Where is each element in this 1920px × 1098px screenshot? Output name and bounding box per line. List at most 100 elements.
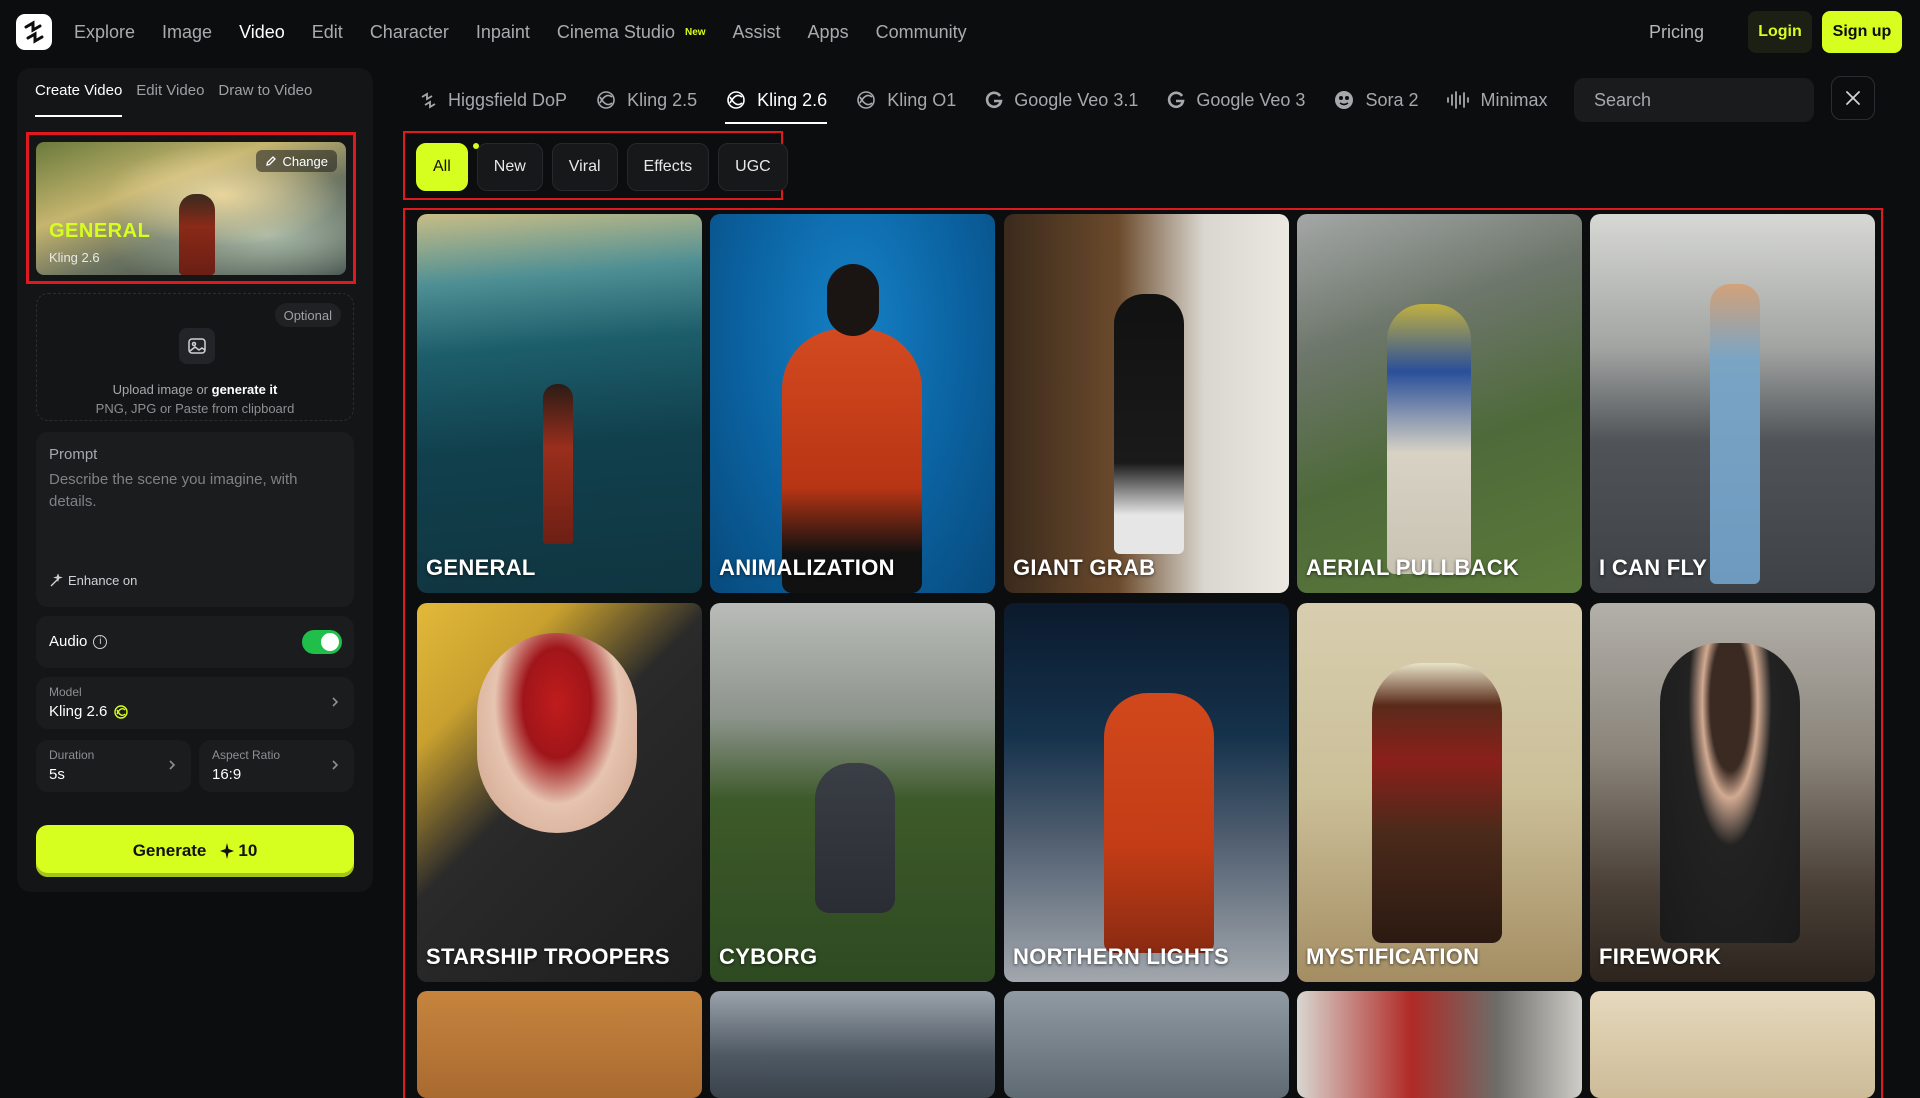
tab-label: Higgsfield DoP xyxy=(448,89,568,110)
tab-draw-to-video[interactable]: Draw to Video xyxy=(218,82,312,117)
tab-create-video[interactable]: Create Video xyxy=(35,82,123,117)
card-figure-head xyxy=(827,264,879,336)
nav-edit[interactable]: Edit xyxy=(312,22,343,43)
tab-label: Minimax xyxy=(1480,89,1548,110)
login-button[interactable]: Login xyxy=(1748,11,1812,53)
nav-explore[interactable]: Explore xyxy=(74,22,135,43)
nav-community[interactable]: Community xyxy=(876,22,967,43)
preset-card-starship-troopers[interactable]: STARSHIP TROOPERS xyxy=(417,603,702,982)
preset-card[interactable] xyxy=(1590,991,1875,1098)
preset-card[interactable] xyxy=(1004,991,1289,1098)
new-badge: New xyxy=(684,26,706,38)
filter-chips: All New Viral Effects UGC xyxy=(416,143,797,191)
tab-google-veo-3-1[interactable]: Google Veo 3.1 xyxy=(984,68,1138,132)
tab-kling-2-6[interactable]: Kling 2.6 xyxy=(725,68,828,132)
tab-google-veo-3[interactable]: Google Veo 3 xyxy=(1166,68,1305,132)
model-selector[interactable]: Model Kling 2.6 xyxy=(36,677,354,729)
audio-label: Audio xyxy=(49,633,88,650)
card-figure xyxy=(543,384,573,544)
preset-card-animalization[interactable]: ANIMALIZATION xyxy=(710,214,995,593)
sparkle-icon xyxy=(220,843,235,859)
generate-label: Generate xyxy=(132,841,207,860)
preset-card-giant-grab[interactable]: GIANT GRAB xyxy=(1004,214,1289,593)
magic-wand-icon xyxy=(50,573,63,586)
duration-value: 5s xyxy=(49,766,65,783)
chip-ugc[interactable]: UGC xyxy=(718,143,788,191)
audio-label-group: Audio i xyxy=(49,633,108,650)
nav-cinema-studio[interactable]: Cinema Studio New xyxy=(557,22,706,43)
tab-higgsfield-dop[interactable]: Higgsfield DoP xyxy=(420,68,567,132)
subtabs: Create Video Edit Video Draw to Video xyxy=(35,82,326,117)
tab-label: Kling O1 xyxy=(887,89,957,110)
info-icon[interactable]: i xyxy=(93,634,108,649)
higgsfield-logo-icon[interactable] xyxy=(16,14,52,50)
preset-card[interactable] xyxy=(1297,991,1582,1098)
audio-toggle[interactable] xyxy=(302,630,342,654)
prompt-field[interactable]: Prompt Describe the scene you imagine, w… xyxy=(36,432,354,607)
generate-button[interactable]: Generate 10 xyxy=(36,825,354,877)
tab-label: Google Veo 3.1 xyxy=(1014,89,1139,110)
kling-icon xyxy=(727,91,745,109)
chip-all[interactable]: All xyxy=(416,143,468,191)
upload-prefix: Upload image or xyxy=(112,382,212,397)
tab-sora-2[interactable]: Sora 2 xyxy=(1333,68,1418,132)
preset-card-aerial-pullback[interactable]: AERIAL PULLBACK xyxy=(1297,214,1582,593)
chevron-right-icon xyxy=(169,760,176,770)
chevron-right-icon xyxy=(332,697,339,707)
duration-selector[interactable]: Duration 5s xyxy=(36,740,191,792)
model-value-group: Kling 2.6 xyxy=(49,703,129,720)
close-button[interactable] xyxy=(1831,76,1875,120)
upload-formats: PNG, JPG or Paste from clipboard xyxy=(95,401,295,416)
card-label: MYSTIFICATION xyxy=(1306,944,1480,969)
tab-kling-o1[interactable]: Kling O1 xyxy=(855,68,956,132)
preset-card-cyborg[interactable]: CYBORG xyxy=(710,603,995,982)
tab-label: Kling 2.6 xyxy=(757,89,828,110)
nav-character[interactable]: Character xyxy=(370,22,449,43)
sora-icon xyxy=(1335,91,1354,109)
card-label: ANIMALIZATION xyxy=(719,555,895,580)
change-preset-button[interactable]: Change xyxy=(256,150,337,172)
pencil-icon xyxy=(266,156,277,166)
optional-badge: Optional xyxy=(274,303,341,327)
preset-card-mystification[interactable]: MYSTIFICATION xyxy=(1297,603,1582,982)
generate-it-link[interactable]: generate it xyxy=(212,382,278,397)
nav-pricing[interactable]: Pricing xyxy=(1649,22,1704,43)
upload-instructions: Upload image or generate it xyxy=(37,382,353,397)
chip-viral[interactable]: Viral xyxy=(551,143,618,191)
search-input[interactable] xyxy=(1574,78,1814,122)
chip-new[interactable]: New xyxy=(476,143,543,191)
kling-icon xyxy=(114,704,129,719)
preset-card[interactable] xyxy=(417,991,702,1098)
card-label: NORTHERN LIGHTS xyxy=(1013,944,1229,969)
preset-card-northern-lights[interactable]: NORTHERN LIGHTS xyxy=(1004,603,1289,982)
minimax-wave-icon xyxy=(1447,91,1470,109)
model-value: Kling 2.6 xyxy=(49,703,108,720)
preset-card-i-can-fly[interactable]: I CAN FLY xyxy=(1590,214,1875,593)
kling-icon xyxy=(597,91,615,109)
preset-model: Kling 2.6 xyxy=(49,250,100,265)
nav-image[interactable]: Image xyxy=(162,22,212,43)
chip-effects[interactable]: Effects xyxy=(626,143,710,191)
audio-row: Audio i xyxy=(36,616,354,668)
card-figure xyxy=(1372,663,1502,943)
card-label: CYBORG xyxy=(719,944,818,969)
nav-assist[interactable]: Assist xyxy=(733,22,781,43)
image-upload-dropzone[interactable]: Optional Upload image or generate it PNG… xyxy=(36,293,354,421)
create-video-panel: Create Video Edit Video Draw to Video Ch… xyxy=(17,68,373,892)
aspect-ratio-selector[interactable]: Aspect Ratio 16:9 xyxy=(199,740,354,792)
preset-card-firework[interactable]: FIREWORK xyxy=(1590,603,1875,982)
tab-edit-video[interactable]: Edit Video xyxy=(136,82,204,117)
card-label: I CAN FLY xyxy=(1599,555,1708,580)
nav-cinema-studio-label: Cinema Studio xyxy=(556,21,675,42)
tab-minimax[interactable]: Minimax xyxy=(1446,68,1548,132)
nav-video[interactable]: Video xyxy=(239,22,285,43)
tab-kling-2-5[interactable]: Kling 2.5 xyxy=(595,68,697,132)
preset-card-general[interactable]: GENERAL xyxy=(417,214,702,593)
nav-inpaint[interactable]: Inpaint xyxy=(476,22,530,43)
preset-card[interactable]: Change GENERAL Kling 2.6 xyxy=(36,142,346,275)
enhance-toggle[interactable]: Enhance on xyxy=(49,573,137,588)
card-figure xyxy=(1114,294,1184,554)
preset-card[interactable] xyxy=(710,991,995,1098)
signup-button[interactable]: Sign up xyxy=(1822,11,1902,53)
nav-apps[interactable]: Apps xyxy=(808,22,849,43)
